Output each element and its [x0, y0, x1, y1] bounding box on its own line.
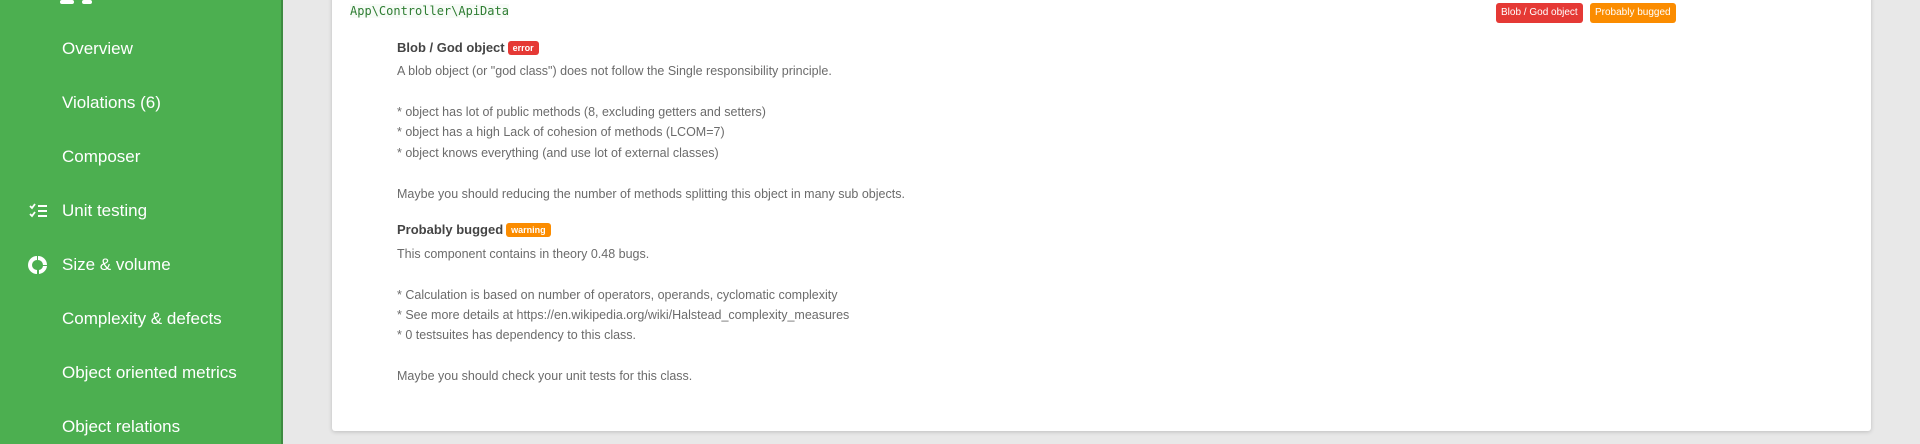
violation-detail: * Calculation is based on number of oper…	[397, 288, 838, 302]
violation-title-text: Blob / God object	[397, 40, 505, 55]
sidebar-item-composer[interactable]: Composer	[0, 137, 281, 177]
violation-detail: * See more details at https://en.wikiped…	[397, 308, 850, 322]
sidebar-brand-fragment	[60, 0, 140, 4]
violation-advice: Maybe you should check your unit tests f…	[397, 369, 693, 383]
sidebar-item-label: Object oriented metrics	[62, 363, 237, 382]
checklist-icon	[29, 203, 47, 218]
violation-advice: Maybe you should reducing the number of …	[397, 187, 905, 201]
violation-detail: * object knows everything (and use lot o…	[397, 146, 719, 160]
sidebar-item-label: Composer	[62, 147, 141, 166]
violation-title-text: Probably bugged	[397, 222, 504, 237]
page-scrollbar[interactable]	[1904, 0, 1920, 444]
sidebar-item-complexity-defects[interactable]: Complexity & defects	[0, 299, 281, 339]
warning-badge: Probably bugged	[1590, 3, 1676, 23]
sidebar: Overview Violations (6) Composer Unit te…	[0, 0, 283, 444]
error-badge: Blob / God object	[1496, 3, 1583, 23]
donut-chart-icon	[28, 256, 47, 274]
sidebar-item-violations[interactable]: Violations (6)	[0, 83, 281, 123]
sidebar-item-label: Overview	[62, 39, 133, 58]
sidebar-item-object-oriented-metrics[interactable]: Object oriented metrics	[0, 353, 281, 393]
severity-tag: warning	[506, 223, 551, 237]
severity-tag: error	[507, 41, 539, 55]
sidebar-item-unit-testing[interactable]: Unit testing	[0, 191, 281, 231]
violation-title: Blob / God object error	[397, 40, 539, 55]
sidebar-item-label: Complexity & defects	[62, 309, 222, 328]
sidebar-item-label: Unit testing	[62, 201, 148, 220]
class-name: App\Controller\ApiData	[350, 4, 509, 18]
sidebar-item-object-relations[interactable]: Object relations	[0, 407, 281, 444]
violation-title: Probably bugged warning	[397, 222, 551, 237]
violation-detail: * object has lot of public methods (8, e…	[397, 105, 766, 119]
violation-description: This component contains in theory 0.48 b…	[397, 247, 650, 261]
sidebar-item-label: Size & volume	[62, 255, 171, 274]
sidebar-item-overview[interactable]: Overview	[0, 29, 281, 69]
violation-description: A blob object (or "god class") does not …	[397, 64, 832, 78]
sidebar-item-label: Violations (6)	[62, 93, 161, 112]
violation-detail: * object has a high Lack of cohesion of …	[397, 125, 725, 139]
sidebar-item-size-volume[interactable]: Size & volume	[0, 245, 281, 285]
violation-detail: * 0 testsuites has dependency to this cl…	[397, 328, 637, 342]
sidebar-item-label: Object relations	[62, 417, 181, 436]
